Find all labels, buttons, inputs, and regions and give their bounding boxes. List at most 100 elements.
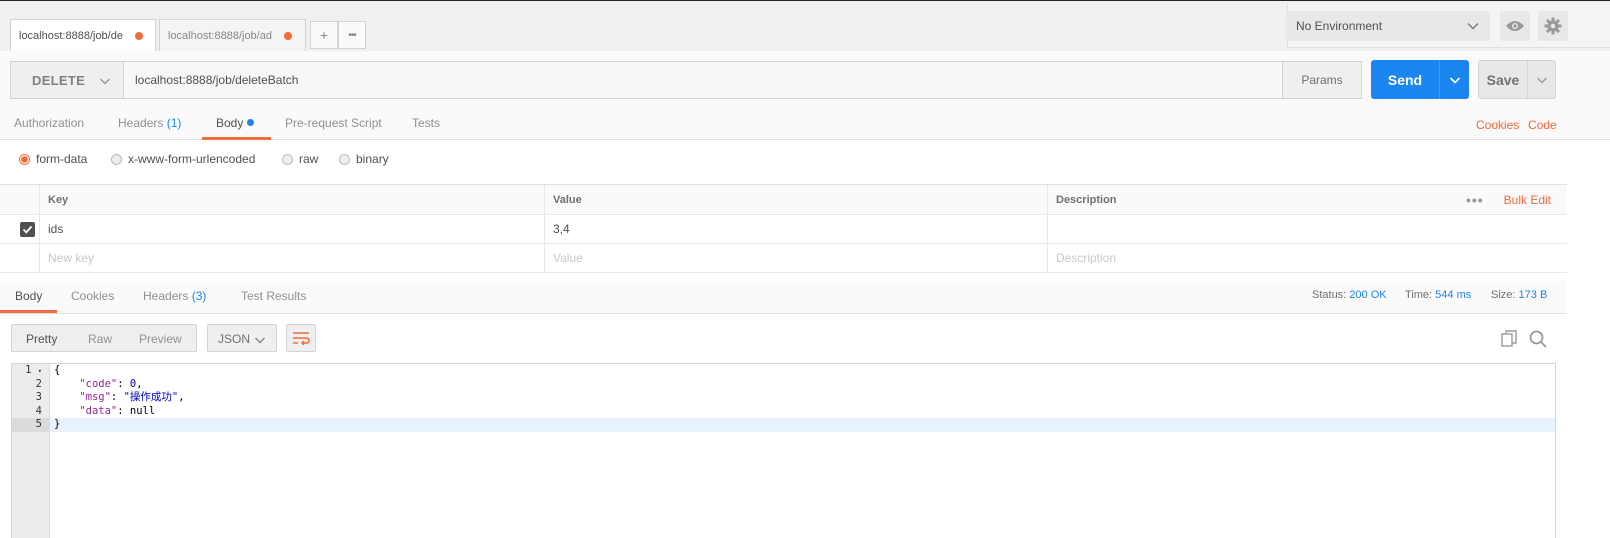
chevron-down-icon	[1449, 76, 1460, 84]
request-tab-add[interactable]: localhost:8888/job/ad	[159, 19, 306, 51]
view-mode-pretty[interactable]: Pretty	[26, 332, 57, 346]
status-label: Status:	[1312, 289, 1347, 301]
chevron-down-icon	[1536, 77, 1547, 83]
cookies-link[interactable]: Cookies	[1476, 118, 1519, 132]
radio-label: form-data	[36, 152, 88, 166]
send-options-button[interactable]	[1439, 60, 1469, 99]
new-value-input[interactable]: Value	[544, 244, 1048, 272]
code-link[interactable]: Code	[1528, 118, 1557, 132]
copy-response-button[interactable]	[1500, 329, 1520, 349]
unsaved-dot-icon	[134, 32, 143, 40]
radio-unselected-icon	[111, 153, 122, 165]
tab-options-button[interactable]: •••	[338, 21, 366, 49]
manage-environments-button[interactable]	[1538, 11, 1568, 41]
radio-unselected-icon	[339, 153, 350, 165]
code-line: "msg": "操作成功",	[79, 391, 185, 404]
line-number: 5	[12, 418, 50, 432]
wrap-lines-icon	[293, 332, 310, 345]
line-number: 4	[35, 404, 42, 417]
active-line-highlight	[50, 418, 1555, 432]
response-tab-headers[interactable]: Headers (3)	[143, 289, 206, 303]
row-description-input[interactable]	[1047, 215, 1567, 243]
response-status: Status: 200 OK	[1312, 289, 1387, 301]
active-tab-indicator	[0, 310, 57, 313]
more-icon[interactable]: •••	[1466, 185, 1484, 214]
request-tab-label: localhost:8888/job/ad	[168, 29, 272, 42]
tab-pre-request-script[interactable]: Pre-request Script	[285, 116, 382, 130]
table-row-new: New key Value Description	[0, 244, 1567, 273]
checkmark-icon	[22, 225, 33, 234]
environment-select[interactable]: No Environment	[1286, 11, 1490, 41]
chevron-down-icon	[1467, 23, 1479, 30]
radio-raw[interactable]: raw	[282, 152, 318, 166]
save-options-button[interactable]	[1528, 60, 1556, 99]
response-tab-cookies[interactable]: Cookies	[71, 289, 114, 303]
fold-arrow-icon: ▾	[37, 367, 42, 375]
body-modified-dot-icon	[247, 119, 255, 126]
wrap-lines-button[interactable]	[286, 324, 316, 352]
line-number: 1 ▾	[25, 364, 42, 376]
tab-headers[interactable]: Headers (1)	[118, 116, 181, 130]
form-data-table: Key Value Description ••• Bulk Edit ids …	[0, 184, 1567, 273]
plus-icon: +	[319, 27, 329, 43]
tab-authorization[interactable]: Authorization	[14, 116, 84, 130]
column-header-key: Key	[39, 185, 545, 214]
new-description-input[interactable]: Description	[1047, 244, 1567, 272]
unsaved-dot-icon	[283, 31, 292, 40]
table-row: ids 3,4	[0, 215, 1567, 244]
copy-icon	[1501, 330, 1517, 347]
tab-body[interactable]: Body	[216, 116, 255, 130]
tab-headers-label: Headers	[118, 116, 164, 130]
chevron-down-icon	[99, 78, 111, 85]
more-icon: •••	[348, 29, 356, 41]
request-tab-delete[interactable]: localhost:8888/job/de	[10, 19, 156, 52]
view-mode-preview[interactable]: Preview	[139, 332, 182, 346]
view-mode-segmented-control: Pretty Raw Preview	[11, 324, 197, 352]
row-key-input[interactable]: ids	[39, 215, 545, 243]
tab-tests[interactable]: Tests	[412, 116, 440, 130]
row-value-input[interactable]: 3,4	[544, 215, 1048, 243]
send-button[interactable]: Send	[1371, 60, 1439, 99]
table-header-row: Key Value Description ••• Bulk Edit	[0, 185, 1567, 215]
view-mode-raw[interactable]: Raw	[88, 332, 112, 346]
new-key-input[interactable]: New key	[39, 244, 545, 272]
eye-icon	[1506, 21, 1524, 31]
radio-selected-icon	[19, 153, 30, 165]
code-line: "code": 0,	[79, 377, 143, 390]
new-tab-button[interactable]: +	[310, 21, 338, 49]
code-line: }	[54, 418, 61, 431]
environment-select-value: No Environment	[1296, 19, 1383, 33]
url-input[interactable]: localhost:8888/job/deleteBatch	[123, 61, 1283, 99]
response-size: Size: 173 B	[1491, 289, 1547, 301]
response-format-select[interactable]: JSON	[207, 324, 277, 352]
environment-quick-look-button[interactable]	[1500, 11, 1530, 41]
radio-label: raw	[299, 152, 319, 166]
response-tab-body[interactable]: Body	[15, 289, 42, 303]
save-button[interactable]: Save	[1478, 60, 1528, 99]
response-tab-headers-label: Headers	[143, 289, 189, 303]
radio-label: x-www-form-urlencoded	[128, 152, 256, 166]
size-label: Size:	[1491, 289, 1516, 301]
search-response-button[interactable]	[1528, 329, 1548, 349]
radio-binary[interactable]: binary	[339, 152, 389, 166]
line-number: 3	[35, 391, 42, 404]
tab-body-label: Body	[216, 116, 244, 130]
time-value[interactable]: 544 ms	[1435, 289, 1471, 301]
column-header-value: Value	[544, 185, 1048, 214]
bulk-edit-link[interactable]: Bulk Edit	[1504, 185, 1551, 214]
params-button[interactable]: Params	[1282, 61, 1362, 99]
response-format-value: JSON	[218, 332, 251, 346]
radio-urlencoded[interactable]: x-www-form-urlencoded	[111, 152, 255, 166]
response-body-editor[interactable]: 1 ▾ 2 3 4 5 { "code": 0, "msg": "操作成功", …	[11, 363, 1556, 538]
response-tab-test-results[interactable]: Test Results	[241, 289, 306, 303]
chevron-down-icon	[255, 337, 265, 344]
radio-label: binary	[356, 152, 389, 166]
code-line: "data": null	[79, 404, 156, 417]
size-value[interactable]: 173 B	[1519, 289, 1548, 301]
radio-form-data[interactable]: form-data	[19, 152, 87, 166]
response-time: Time: 544 ms	[1405, 289, 1471, 301]
status-value[interactable]: 200 OK	[1349, 289, 1386, 301]
column-header-description: Description	[1047, 185, 1567, 214]
row-enabled-checkbox[interactable]	[20, 222, 35, 237]
http-method-select[interactable]: DELETE	[10, 61, 124, 99]
